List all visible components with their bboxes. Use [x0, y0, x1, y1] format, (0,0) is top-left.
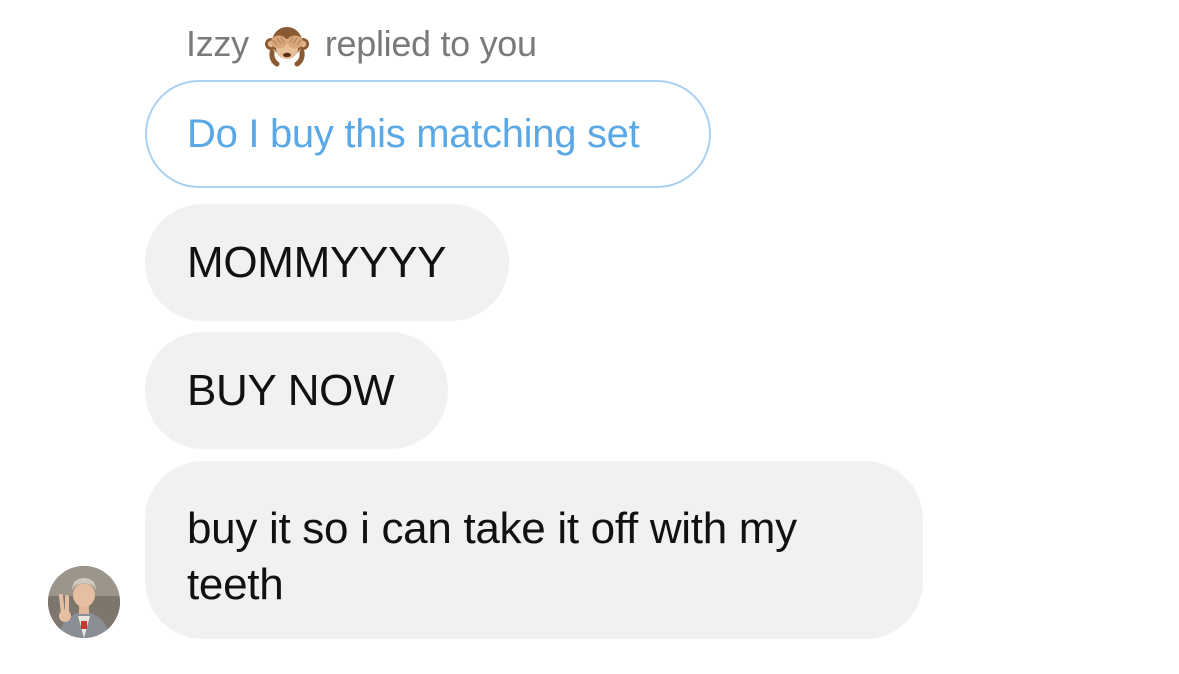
- message-text: buy it so i can take it off with my teet…: [187, 504, 797, 609]
- reply-action-text: replied to you: [324, 23, 537, 64]
- message-text: BUY NOW: [187, 365, 395, 415]
- avatar[interactable]: [48, 566, 120, 638]
- message-bubble[interactable]: MOMMYYYY: [145, 204, 509, 321]
- reply-header: Izzy replied to you: [186, 20, 537, 68]
- message-bubble[interactable]: buy it so i can take it off with my teet…: [145, 461, 923, 639]
- user-avatar-icon: [48, 566, 120, 638]
- replier-name: Izzy: [186, 23, 249, 64]
- quoted-message[interactable]: Do I buy this matching set: [145, 80, 711, 188]
- message-text: MOMMYYYY: [187, 237, 447, 287]
- see-no-evil-monkey-icon: [263, 20, 311, 68]
- quoted-message-text: Do I buy this matching set: [187, 111, 640, 156]
- message-bubble[interactable]: BUY NOW: [145, 332, 448, 449]
